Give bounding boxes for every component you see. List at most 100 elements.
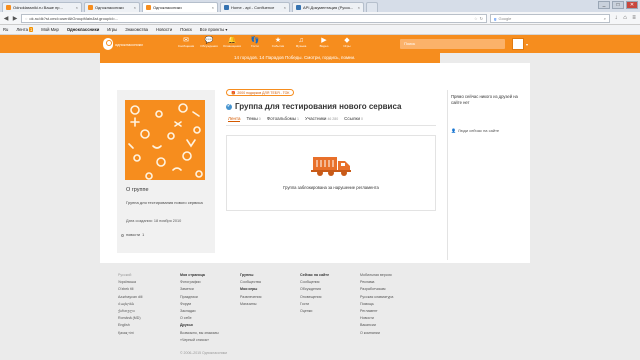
footer-link[interactable]: Магазины (240, 301, 262, 308)
footer-link[interactable]: Вакансии (360, 322, 393, 329)
home-icon[interactable]: ⌂ (622, 15, 628, 21)
count-badge: 1 (28, 27, 34, 32)
tab-1[interactable]: Лента (228, 116, 241, 122)
browser-tab[interactable]: Home - api - Confluence × (220, 2, 290, 12)
footer-link[interactable]: Новости (360, 315, 393, 322)
footer-link[interactable]: Обсуждения (300, 286, 329, 293)
toolbar-item-star[interactable]: ★ События (268, 36, 288, 49)
toolbar-item-footprints[interactable]: 👣 Гости (245, 36, 265, 49)
footer-link[interactable]: Сейчас на сайте (300, 272, 329, 279)
close-tab-icon[interactable]: × (134, 5, 136, 10)
footer-link[interactable]: Гости (300, 301, 329, 308)
footer-link[interactable]: Возможно, вы знакомы (180, 330, 219, 337)
truck-icon (311, 157, 351, 176)
footer-link[interactable]: О компании (360, 330, 393, 337)
toolbar-item-bell[interactable]: 🔔 Оповещения (222, 36, 242, 49)
close-tab-icon[interactable]: × (358, 5, 360, 10)
toolbar-item-chat[interactable]: 💬 Обсуждения (199, 36, 219, 49)
search-icon[interactable]: ⌕ (604, 16, 606, 21)
footer-link[interactable]: Azərbaycan dili (118, 294, 142, 301)
ok-search-input[interactable]: Поиск (400, 39, 505, 49)
people-online-link[interactable]: 👤 Люди сейчас на сайте (451, 128, 499, 133)
ok-logo[interactable]: одноклассники (103, 38, 143, 50)
avatar[interactable] (512, 38, 524, 50)
footer-link[interactable]: Оповещения (300, 294, 329, 301)
chevron-down-icon[interactable]: ▾ (526, 42, 528, 47)
footer-link[interactable]: «Черный список» (180, 337, 219, 344)
bookmark-item[interactable]: Новости (156, 27, 172, 32)
browser-tab[interactable]: Odnoklassniki.ru Ваше пр... × (2, 2, 82, 12)
footer-link[interactable]: Закладки (180, 308, 219, 315)
bookmark-item[interactable]: Знакомства (125, 27, 148, 32)
maximize-button[interactable]: □ (612, 1, 624, 9)
footer-link[interactable]: English (118, 322, 142, 329)
toolbar-item-envelope[interactable]: ✉ Сообщения (176, 36, 196, 49)
news-count: 1 (142, 233, 145, 237)
footer-link[interactable]: Қазақ тілі (118, 330, 142, 337)
download-icon[interactable]: ↓ (613, 15, 619, 21)
bookmark-star-icon[interactable]: ☆ (474, 16, 478, 21)
toolbar-item-music[interactable]: ♫ Музыка (291, 36, 311, 49)
people-online-label: Люди сейчас на сайте (457, 128, 500, 133)
gifts-promo-link[interactable]: 🎁 2000 подарков ДЛЯ ТЕБЯ - ТОК (226, 89, 295, 96)
new-tab-button[interactable] (366, 2, 378, 12)
footer-link[interactable]: Заметки (180, 286, 219, 293)
footer-link[interactable]: Мобильная версия (360, 272, 393, 279)
footer-link[interactable]: Развлечения (240, 294, 262, 301)
close-tab-icon[interactable]: × (212, 5, 214, 10)
footer-link[interactable]: O'zbek tili (118, 286, 142, 293)
menu-icon[interactable]: ≡ (631, 15, 637, 21)
footer-link[interactable]: О себе (180, 315, 219, 322)
bookmark-item[interactable]: Ru (3, 27, 8, 32)
footer-link[interactable]: ქართული (118, 308, 142, 315)
footer-link[interactable]: Помощь (360, 301, 393, 308)
tab-2[interactable]: Темы0 (246, 116, 260, 122)
toolbar-item-video[interactable]: ▶ Видео (314, 36, 334, 49)
tab-5[interactable]: Ссылки0 (344, 116, 363, 122)
footer-link[interactable]: Праздники (180, 294, 219, 301)
url-text: ok.ru/dk?st.cmd=userAltGroupMain&st.grou… (29, 15, 119, 21)
toolbar-item-games[interactable]: ◆ Игры (337, 36, 357, 49)
footer-link[interactable]: Сообщества (240, 279, 262, 286)
close-tab-icon[interactable]: × (76, 5, 78, 10)
footer-link[interactable]: Русский (118, 272, 142, 279)
tab-4[interactable]: Участники46 280 (305, 116, 338, 122)
footer-link[interactable]: Разработчикам (360, 286, 393, 293)
news-link[interactable]: новости 1 (121, 233, 144, 237)
footer-link[interactable]: Українська (118, 279, 142, 286)
footer-link[interactable]: Հայերեն (118, 301, 142, 308)
footer-link[interactable]: Реклама (360, 279, 393, 286)
bookmark-item[interactable]: Одноклассники (67, 27, 99, 32)
footer-link[interactable]: Română (MD) (118, 315, 142, 322)
footer-link[interactable]: Русская клавиатура (360, 294, 393, 301)
bookmark-item[interactable]: Лента 1 (16, 27, 34, 32)
footer-link[interactable]: Оценки (300, 308, 329, 315)
browser-tab-active[interactable]: Одноклассники × (142, 2, 218, 12)
footer-link[interactable]: Друзья (180, 322, 219, 329)
banner-text: 14 городов. 14 Парадов Победы. Смотри, г… (234, 55, 356, 60)
bookmark-item[interactable]: Игры (107, 27, 117, 32)
footer-link[interactable]: Группы (240, 272, 262, 279)
bookmark-item[interactable]: Мой Мир (41, 27, 59, 32)
footer-link[interactable]: Сообщения (300, 279, 329, 286)
footer-link[interactable]: Моя страница (180, 272, 219, 279)
reload-icon[interactable]: ↻ (480, 16, 483, 21)
favicon-icon (296, 5, 301, 10)
bookmark-item[interactable]: Все проекты ▾ (200, 27, 228, 32)
footer-link[interactable]: Мои игры (240, 286, 262, 293)
bookmark-item[interactable]: Поиск (180, 27, 192, 32)
browser-tab[interactable]: Одноклассники × (84, 2, 140, 12)
footer-link[interactable]: Форум (180, 301, 219, 308)
footer-link[interactable]: Фотографии (180, 279, 219, 286)
footer-link[interactable]: Регламент (360, 308, 393, 315)
back-icon[interactable]: ◀ (3, 15, 9, 22)
url-input[interactable]: ◌ ok.ru/dk?st.cmd=userAltGroupMain&st.gr… (21, 13, 487, 23)
close-tab-icon[interactable]: × (284, 5, 286, 10)
browser-search-input[interactable]: g Google ⌕ (490, 13, 610, 23)
forward-icon[interactable]: ▶ (12, 15, 18, 22)
close-window-button[interactable]: ✕ (626, 1, 638, 9)
tab-3[interactable]: Фотоальбомы1 (267, 116, 299, 122)
browser-tab[interactable]: API.Документация (Русск... × (292, 2, 364, 12)
group-avatar[interactable] (125, 100, 205, 180)
minimize-button[interactable]: _ (598, 1, 610, 9)
